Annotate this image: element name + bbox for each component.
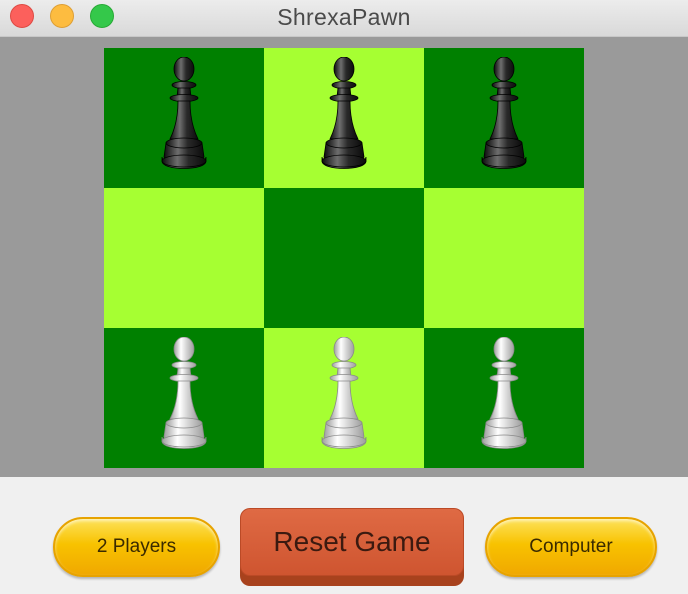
computer-button[interactable]: Computer: [485, 517, 657, 577]
board-square[interactable]: [104, 328, 264, 468]
board-square[interactable]: [104, 48, 264, 188]
board-square[interactable]: [424, 48, 584, 188]
white-pawn-icon[interactable]: [474, 336, 534, 460]
white-pawn-icon[interactable]: [154, 336, 214, 460]
board-square[interactable]: [264, 328, 424, 468]
board-square[interactable]: [264, 188, 424, 328]
reset-game-button[interactable]: Reset Game: [240, 508, 464, 586]
white-pawn-icon[interactable]: [314, 336, 374, 460]
board-square[interactable]: [424, 328, 584, 468]
game-board: [104, 48, 584, 468]
black-pawn-icon[interactable]: [314, 56, 374, 180]
title-bar: ShrexaPawn: [0, 0, 688, 37]
window-title: ShrexaPawn: [277, 4, 411, 30]
controls-panel: 2 Players Reset Game Computer: [0, 477, 688, 594]
reset-button-label: Reset Game: [240, 508, 464, 576]
two-players-button[interactable]: 2 Players: [53, 517, 220, 577]
board-square[interactable]: [424, 188, 584, 328]
board-area: [0, 37, 688, 477]
board-square[interactable]: [264, 48, 424, 188]
black-pawn-icon[interactable]: [154, 56, 214, 180]
board-square[interactable]: [104, 188, 264, 328]
app-window: ShrexaPawn 2 Players Reset Game Computer: [0, 0, 688, 594]
black-pawn-icon[interactable]: [474, 56, 534, 180]
